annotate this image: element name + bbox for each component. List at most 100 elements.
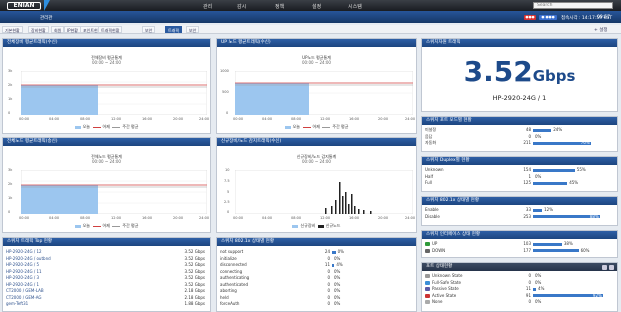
panel-dot1x-states: 스위치 802.1x 상태별 현황 not support 24 0% initial… [216,237,417,312]
list-item[interactable]: connecting 0 0% [220,269,413,275]
port_state-icon [425,280,430,285]
y-tick: 3k [8,69,13,73]
panel-total-out: 전체노드 평균트래픽(송신) 전체노드 평균통계 00:00 ~ 24:00 3… [2,137,211,233]
stat-row[interactable]: DOWN 177 60% [425,248,614,254]
tab-8[interactable]: 보안 [186,26,200,33]
state-percent: 0% [334,294,341,300]
stat-count: 91 [525,292,531,298]
x-tick: 04:00 [262,216,273,220]
legend-swatch-today [284,125,291,129]
stat-row[interactable]: 자동화 211 76% [425,140,614,146]
state-name: aborting [220,288,237,293]
state-count: 11 [324,262,330,267]
stat-row[interactable]: Half 1 0% [425,174,614,180]
stat-bar [533,168,575,172]
tab-0[interactable]: 기본현황 [2,26,23,33]
tab-5[interactable]: 트래픽현황 [98,26,123,33]
list-item[interactable]: CT2000 / GEM-LAB 2.18 Gbps [6,288,207,294]
chart-range: 00:00 ~ 24:00 [92,60,121,65]
stat-row[interactable]: 음답 0 0% [425,134,614,140]
list-item[interactable]: held 0 0% [220,295,413,301]
list-item[interactable]: gem-Teft31 1.88 Gbps [6,301,207,307]
stat-row[interactable]: None 0 0% [425,299,614,305]
port-name[interactable]: HP-2920-24G / 1 [6,282,39,288]
list-item[interactable]: aborting 0 0% [220,288,413,294]
stat-row[interactable]: Enable 33 12% [425,207,614,213]
bar-new-device [342,196,344,214]
state-percent: 0% [334,281,341,287]
chart-plot [235,170,413,214]
nav-settings[interactable]: 설정 [312,3,321,10]
nav-monitor[interactable]: 감시 [237,3,246,10]
y-tick: 1k [8,97,13,101]
port-name[interactable]: HP-2920-24G / 3 [6,275,39,281]
list-item[interactable]: HP-2920-24G / 3 3.52 Gbps [6,275,207,281]
panel-close-icon[interactable] [609,264,614,270]
app-logo[interactable]: ENIAN [7,1,41,10]
panel-min-icon[interactable] [602,264,607,270]
list-item[interactable]: HP-2920-24G / 12 3.52 Gbps [6,249,207,255]
port-name[interactable]: HP-2920-24G / outbnd [6,256,51,262]
nav-system[interactable]: 시스템 [348,3,362,10]
stat-name: Passive State [432,286,459,291]
port-name[interactable]: CT2000 / GEM-AG [6,295,42,301]
stat-percent: 76% [580,140,590,145]
nav-manage[interactable]: 관리 [203,3,212,10]
panel-dot1x-switch: 스위치 802.1x 상태별 현황 Enable 33 12% Disable 253 8… [421,196,618,226]
state-name: forceAuth [220,301,240,306]
list-item[interactable]: disconnected 11 4% [220,262,413,268]
x-tick: 24:00 [199,117,210,121]
tab-3[interactable]: IP현황 [64,26,81,33]
stat-count: 177 [523,247,531,253]
settings-button[interactable]: + 설정 [594,27,607,33]
list-item[interactable]: forceAuth 0 0% [220,301,413,307]
state-name: authenticated [220,281,248,287]
chart-range: 00:00 ~ 24:00 [92,159,121,164]
port-traffic: 2.18 Gbps [184,288,205,293]
port-name[interactable]: HP-2920-24G / 11 [6,269,42,275]
x-tick: 08:00 [80,117,91,121]
port-name[interactable]: HP-2920-24G / 12 [6,249,42,255]
state-count: 0 [327,255,330,261]
list-item[interactable]: HP-2920-24G / 1 3.52 Gbps [6,282,207,288]
port-name[interactable]: gem-Teft31 [6,301,28,307]
stat-row[interactable]: Active State 91 92% [425,293,614,299]
y-tick: 2.5 [224,200,230,204]
port-name[interactable]: HP-2920-24G / 5 [6,262,39,268]
stat-row[interactable]: Full 125 45% [425,180,614,186]
list-item[interactable]: authenticating 0 0% [220,275,413,281]
list-item[interactable]: CT2000 / GEM-AG 2.18 Gbps [6,295,207,301]
stat-count: 211 [523,140,531,145]
stat-row[interactable]: Passive State 11 4% [425,286,614,292]
stat-row[interactable]: UP 103 38% [425,241,614,247]
user-badge[interactable]: ● ●●● [539,15,557,20]
tab-1[interactable]: 장비현황 [28,26,49,33]
tab-6[interactable]: 보안 [142,26,156,33]
list-item[interactable]: HP-2920-24G / outbnd 3.52 Gbps [6,256,207,262]
search-input[interactable]: Search [533,2,613,9]
stat-name: 자동화 [425,140,437,145]
list-item[interactable]: authenticated 0 0% [220,282,413,288]
list-item[interactable]: HP-2920-24G / 5 3.52 Gbps [6,262,207,268]
stat-name: Enable [425,207,439,212]
port-traffic: 3.52 Gbps [184,262,205,267]
nav-policy[interactable]: 정책 [275,3,284,10]
panel-interface: 스위치 인터페이스 상태 현황 UP 103 38% DOWN 177 60% [421,230,618,258]
tab-2[interactable]: 회원 [51,26,65,33]
list-item[interactable]: HP-2920-24G / 11 3.52 Gbps [6,269,207,275]
stat-row[interactable]: Unknown 154 55% [425,167,614,173]
port-name[interactable]: CT2000 / GEM-LAB [6,288,44,294]
alert-badge[interactable]: ●●● [524,15,536,20]
stat-row[interactable]: 미설정 48 24% [425,127,614,133]
stat-row[interactable]: Unknown State 0 0% [425,273,614,279]
list-item[interactable]: initialize 0 0% [220,256,413,262]
tab-7[interactable]: 트래픽 [165,26,183,33]
big-stat-device[interactable]: HP-2920-24G / 1 [422,94,617,102]
bar-new-device [339,182,341,214]
x-tick: 08:00 [291,117,302,121]
x-tick: 24:00 [405,216,416,220]
state-percent: 0% [334,255,341,261]
stat-row[interactable]: Full-Safe State 0 0% [425,280,614,286]
list-item[interactable]: not support 24 0% [220,249,413,255]
stat-row[interactable]: Disable 253 88% [425,214,614,220]
